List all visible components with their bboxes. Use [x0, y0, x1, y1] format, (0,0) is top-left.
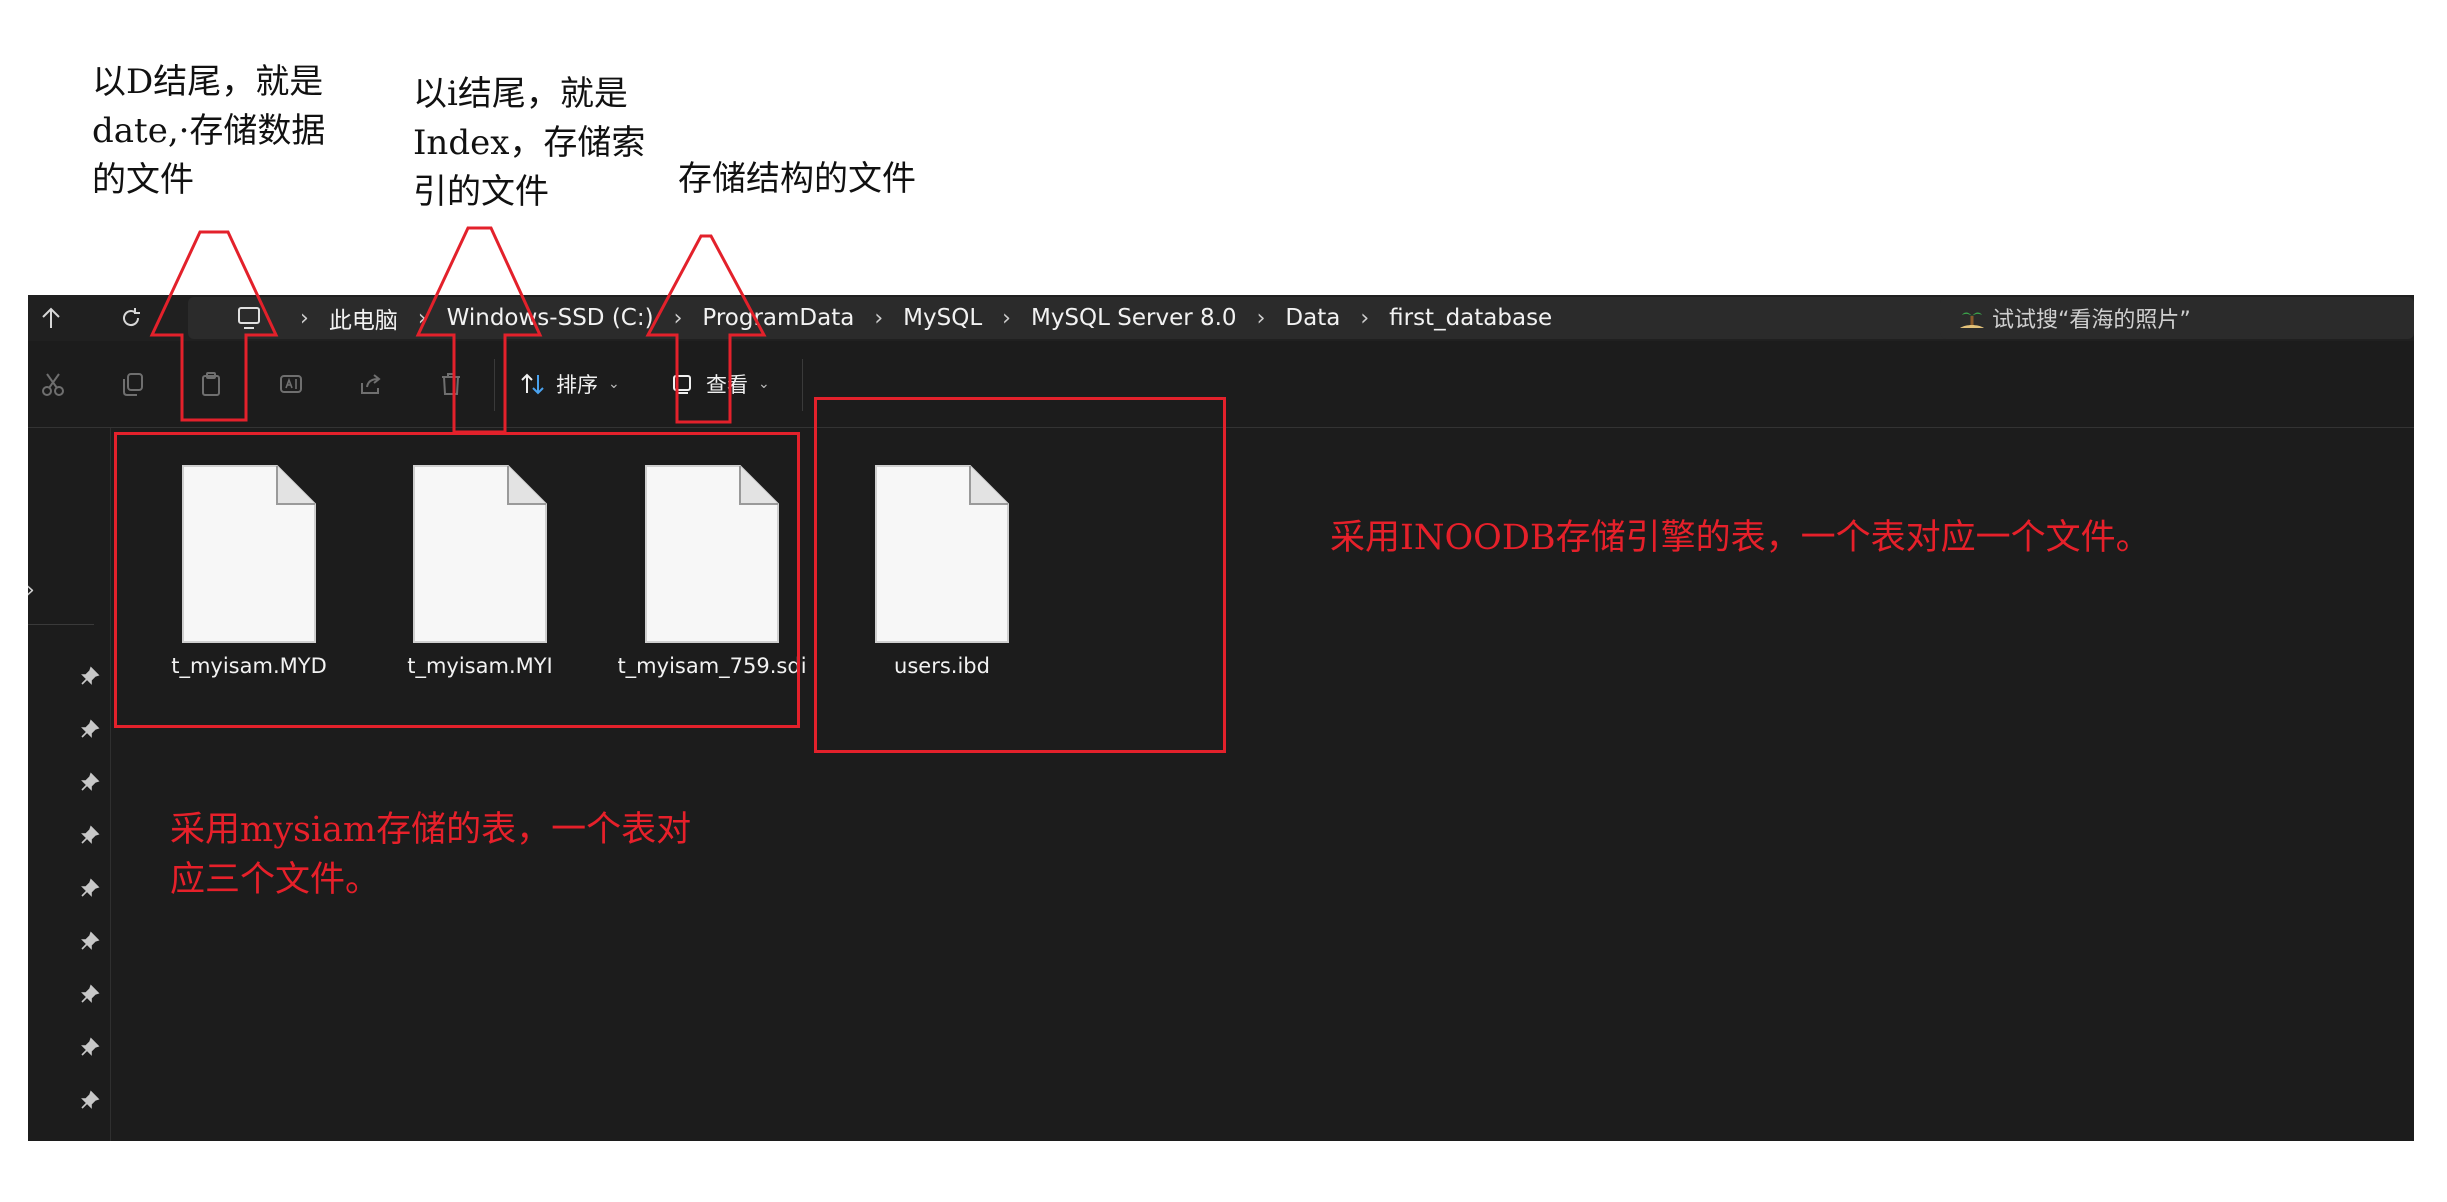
breadcrumb-programdata[interactable]: ProgramData	[702, 305, 854, 331]
annotation-index-file: 以i结尾，就是 Index，存储索 引的文件	[413, 74, 646, 212]
toolbar-divider	[802, 359, 803, 411]
breadcrumb-windows-ssd[interactable]: Windows-SSD (C:)	[447, 305, 654, 331]
view-icon	[673, 375, 691, 394]
sort-label: 排序	[556, 373, 598, 397]
pin-icon[interactable]	[80, 666, 100, 686]
address-bar[interactable]: › 此电脑 › Windows-SSD (C:) › ProgramData ›…	[188, 297, 1953, 339]
view-button[interactable]: 查看 ⌄	[670, 367, 770, 401]
delete-icon[interactable]	[436, 369, 466, 399]
pin-icon[interactable]	[80, 772, 100, 792]
address-bar-row: › 此电脑 › Windows-SSD (C:) › ProgramData ›…	[28, 295, 2414, 341]
cut-icon[interactable]	[38, 369, 68, 399]
pin-icon[interactable]	[80, 878, 100, 898]
sort-icon	[521, 373, 544, 395]
annotation-data-file: 以D结尾，就是 date,·存储数据 的文件	[92, 62, 326, 200]
annotation-myisam-files: 采用mysiam存储的表，一个表对 应三个文件。	[170, 810, 692, 900]
pin-icon[interactable]	[80, 984, 100, 1004]
island-icon	[1960, 312, 1984, 328]
pin-icon[interactable]	[80, 825, 100, 845]
chevron-down-icon: ⌄	[758, 376, 770, 392]
highlight-box-myisam	[114, 432, 800, 728]
chevron-right-icon: ›	[1002, 305, 1011, 331]
sort-button[interactable]: 排序 ⌄	[520, 367, 620, 401]
sidebar-divider	[28, 624, 94, 625]
up-arrow-icon[interactable]	[36, 303, 66, 333]
chevron-right-icon: ›	[673, 305, 683, 331]
share-icon[interactable]	[356, 369, 386, 399]
paste-icon[interactable]	[196, 369, 226, 399]
breadcrumb-first-database[interactable]: first_database	[1389, 305, 1552, 331]
breadcrumb-mysql[interactable]: MySQL	[903, 305, 982, 331]
computer-icon	[238, 307, 260, 329]
copy-icon[interactable]	[118, 369, 148, 399]
search-input[interactable]: 试试搜“看海的照片”	[1940, 297, 2414, 339]
breadcrumb: › 此电脑 › Windows-SSD (C:) › ProgramData ›…	[300, 297, 1552, 339]
breadcrumb-this-pc[interactable]: 此电脑	[329, 301, 398, 335]
refresh-icon[interactable]	[116, 303, 146, 333]
rename-icon[interactable]	[276, 369, 306, 399]
annotation-structure-file: 存储结构的文件	[678, 159, 916, 199]
navigation-pane: ›	[26, 428, 111, 1141]
breadcrumb-mysql-server[interactable]: MySQL Server 8.0	[1031, 305, 1237, 331]
pin-icon[interactable]	[80, 931, 100, 951]
chevron-right-icon: ›	[1256, 305, 1266, 331]
screenshot-stage: 以D结尾，就是 date,·存储数据 的文件 以i结尾，就是 Index，存储索…	[0, 0, 2447, 1202]
chevron-down-icon: ⌄	[608, 376, 620, 392]
chevron-right-icon: ›	[300, 305, 309, 331]
pin-icon[interactable]	[80, 719, 100, 739]
chevron-right-icon: ›	[874, 305, 884, 331]
highlight-box-innodb	[814, 397, 1226, 753]
chevron-right-icon: ›	[1360, 305, 1370, 331]
pin-icon[interactable]	[80, 1090, 100, 1110]
pin-icon[interactable]	[80, 1037, 100, 1057]
chevron-right-icon: ›	[417, 305, 427, 331]
view-label: 查看	[706, 373, 748, 397]
annotation-innodb-file: 采用INOODB存储引擎的表，一个表对应一个文件。	[1330, 518, 2151, 558]
search-placeholder: 试试搜“看海的照片”	[1992, 308, 2191, 333]
chevron-left-icon[interactable]: ›	[26, 578, 35, 603]
breadcrumb-data[interactable]: Data	[1285, 305, 1340, 331]
toolbar-divider	[494, 359, 495, 411]
